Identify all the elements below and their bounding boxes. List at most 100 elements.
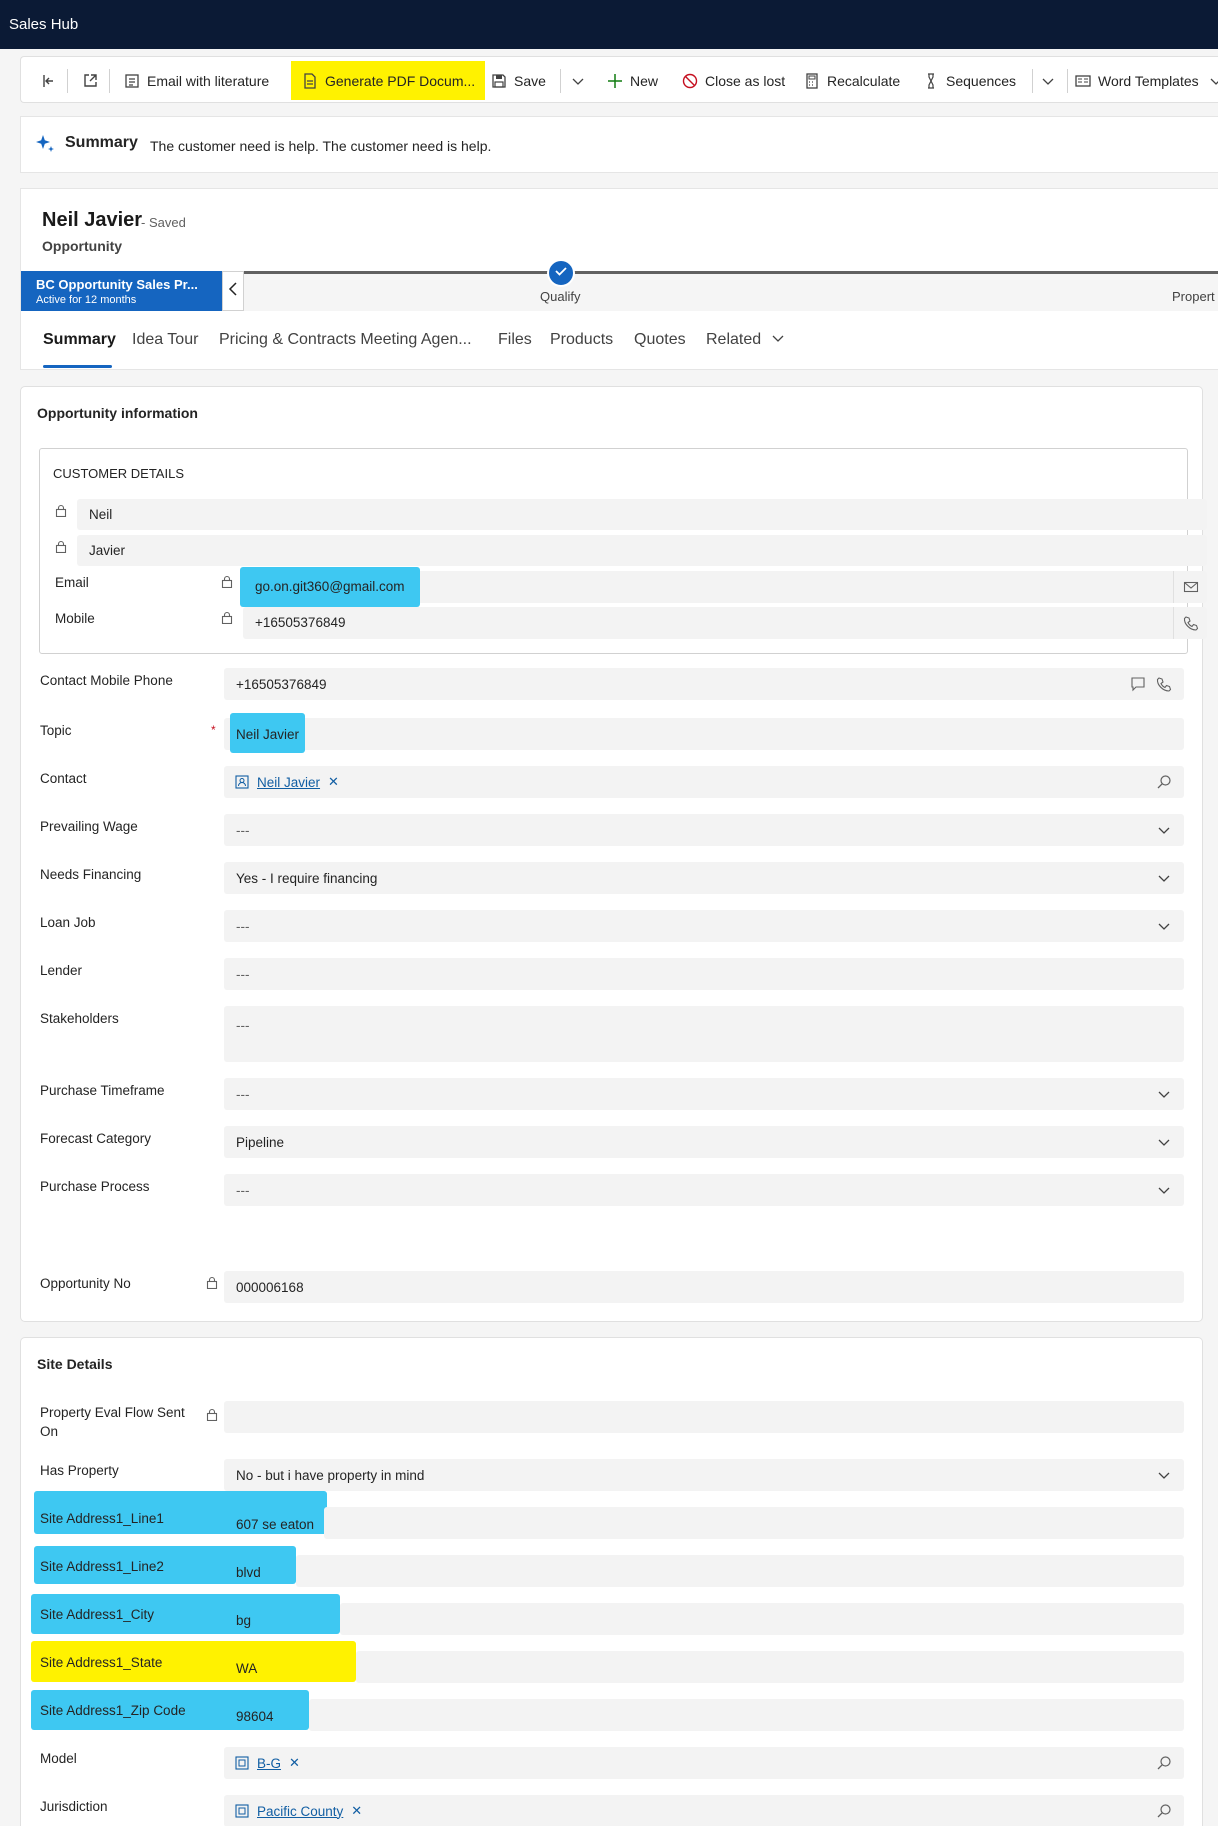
- form-tabs: Summary Idea Tour Pricing & Contracts Me…: [21, 311, 1218, 371]
- site-address-state-value: WA: [236, 1661, 258, 1676]
- site-address-city-label: Site Address1_City: [40, 1607, 155, 1622]
- app-header: Sales Hub: [0, 0, 1218, 49]
- site-address-line1-label: Site Address1_Line1: [40, 1511, 164, 1526]
- mobile-field[interactable]: +16505376849: [243, 607, 1207, 639]
- search-icon[interactable]: [1156, 1803, 1172, 1822]
- back-arrow-icon: [39, 72, 57, 90]
- recalculate-button[interactable]: Recalculate: [803, 57, 900, 104]
- new-label: New: [630, 72, 659, 89]
- remove-icon[interactable]: ✕: [289, 1755, 300, 1771]
- tab-summary[interactable]: Summary: [43, 331, 116, 349]
- site-address-line1-field[interactable]: 607 se eaton: [224, 1507, 1184, 1539]
- new-button[interactable]: New: [606, 57, 658, 104]
- sms-icon[interactable]: [1130, 676, 1146, 695]
- purchase-timeframe-label: Purchase Timeframe: [40, 1083, 165, 1098]
- tab-pricing-contracts[interactable]: Pricing & Contracts Meeting Agen...: [219, 331, 472, 349]
- mobile-value: +16505376849: [255, 615, 346, 630]
- sequences-button[interactable]: Sequences: [922, 57, 1016, 104]
- contact-link[interactable]: Neil Javier: [257, 775, 320, 790]
- jurisdiction-entity-icon: [235, 1804, 249, 1818]
- site-address-line2-label: Site Address1_Line2: [40, 1559, 164, 1574]
- send-email-button[interactable]: [1173, 571, 1207, 603]
- stakeholders-label: Stakeholders: [40, 1011, 119, 1026]
- divider: [1032, 69, 1033, 93]
- topic-field[interactable]: Neil Javier: [224, 713, 1184, 753]
- site-address-zip-field[interactable]: 98604: [224, 1699, 1184, 1731]
- prevailing-wage-value: ---: [236, 823, 250, 838]
- generate-pdf-button[interactable]: Generate PDF Docum...: [291, 61, 486, 100]
- site-address-line2-field[interactable]: blvd: [224, 1555, 1184, 1587]
- email-with-literature-button[interactable]: Email with literature: [123, 57, 269, 104]
- contact-mobile-phone-field[interactable]: +16505376849: [224, 668, 1184, 700]
- tab-products[interactable]: Products: [550, 331, 613, 349]
- open-new-window-button[interactable]: [81, 57, 105, 104]
- search-icon[interactable]: [1156, 774, 1172, 793]
- purchase-process-dropdown[interactable]: ---: [224, 1174, 1184, 1206]
- site-address-state-field[interactable]: WA: [224, 1651, 1184, 1683]
- jurisdiction-link[interactable]: Pacific County: [257, 1804, 343, 1819]
- close-as-lost-button[interactable]: Close as lost: [681, 57, 785, 104]
- needs-financing-dropdown[interactable]: Yes - I require financing: [224, 862, 1184, 894]
- prevailing-wage-dropdown[interactable]: ---: [224, 814, 1184, 846]
- process-back-button[interactable]: [222, 271, 244, 311]
- chevron-down-icon: [1157, 1135, 1171, 1152]
- stage-qualify-label[interactable]: Qualify: [540, 289, 580, 304]
- opportunity-no-field[interactable]: 000006168: [224, 1271, 1184, 1303]
- forecast-category-dropdown[interactable]: Pipeline: [224, 1126, 1184, 1158]
- model-link[interactable]: B-G: [257, 1756, 281, 1771]
- property-eval-flow-sent-on-field[interactable]: [224, 1401, 1184, 1433]
- divider: [560, 69, 561, 93]
- section-title: Site Details: [37, 1356, 113, 1372]
- contact-lookup-field[interactable]: Neil Javier ✕: [224, 766, 1184, 798]
- lock-icon: [221, 575, 233, 588]
- model-lookup-field[interactable]: B-G ✕: [224, 1747, 1184, 1779]
- required-indicator: *: [211, 723, 216, 737]
- chevron-down-icon: [1157, 823, 1171, 840]
- phone-icon: [1183, 616, 1198, 631]
- save-button[interactable]: Save: [490, 57, 546, 104]
- save-options-button[interactable]: [569, 57, 593, 104]
- remove-icon[interactable]: ✕: [328, 774, 339, 790]
- search-icon[interactable]: [1156, 1755, 1172, 1774]
- purchase-timeframe-dropdown[interactable]: ---: [224, 1078, 1184, 1110]
- app-title[interactable]: Sales Hub: [9, 16, 78, 33]
- needs-financing-value: Yes - I require financing: [236, 871, 378, 886]
- phone-icon[interactable]: [1156, 676, 1172, 695]
- first-name-field[interactable]: Neil: [77, 499, 1207, 530]
- word-templates-button[interactable]: Word Templates: [1074, 57, 1218, 104]
- remove-icon[interactable]: ✕: [351, 1803, 362, 1819]
- chevron-down-icon: [569, 72, 587, 90]
- lock-icon: [55, 504, 67, 517]
- tab-files[interactable]: Files: [498, 331, 532, 349]
- call-mobile-button[interactable]: [1173, 607, 1207, 639]
- jurisdiction-lookup-field[interactable]: Pacific County ✕: [224, 1795, 1184, 1826]
- opportunity-information-section: Opportunity information CUSTOMER DETAILS…: [20, 386, 1207, 1322]
- opportunity-no-label: Opportunity No: [40, 1276, 131, 1291]
- back-button[interactable]: [39, 57, 63, 104]
- sequences-options-button[interactable]: [1039, 57, 1063, 104]
- tab-idea-tour[interactable]: Idea Tour: [132, 331, 198, 349]
- topic-value: Neil Javier: [236, 727, 300, 742]
- tab-quotes[interactable]: Quotes: [634, 331, 686, 349]
- process-flyout-button[interactable]: BC Opportunity Sales Pr... Active for 12…: [21, 271, 222, 311]
- stage-next-label[interactable]: Propert: [1172, 289, 1215, 304]
- forecast-category-label: Forecast Category: [40, 1131, 152, 1146]
- email-field[interactable]: go.on.git360@gmail.com: [240, 567, 1207, 607]
- pdf-document-icon: [301, 72, 319, 90]
- jurisdiction-label: Jurisdiction: [40, 1799, 108, 1814]
- stage-qualify-button[interactable]: [547, 259, 575, 287]
- lender-field[interactable]: ---: [224, 958, 1184, 990]
- lock-icon: [206, 1408, 218, 1421]
- record-header: Neil Javier - Saved Opportunity BC Oppor…: [20, 188, 1218, 370]
- site-address-city-field[interactable]: bg: [224, 1603, 1184, 1635]
- stakeholders-value: ---: [236, 1018, 250, 1033]
- chevron-left-icon: [228, 281, 238, 301]
- has-property-dropdown[interactable]: No - but i have property in mind: [224, 1459, 1184, 1491]
- tab-related[interactable]: Related: [706, 331, 784, 349]
- stakeholders-field[interactable]: ---: [224, 1006, 1184, 1062]
- last-name-field[interactable]: Javier: [77, 535, 1207, 566]
- section-title: Opportunity information: [37, 405, 198, 421]
- last-name-value: Javier: [89, 543, 126, 558]
- loan-job-dropdown[interactable]: ---: [224, 910, 1184, 942]
- purchase-timeframe-value: ---: [236, 1087, 250, 1102]
